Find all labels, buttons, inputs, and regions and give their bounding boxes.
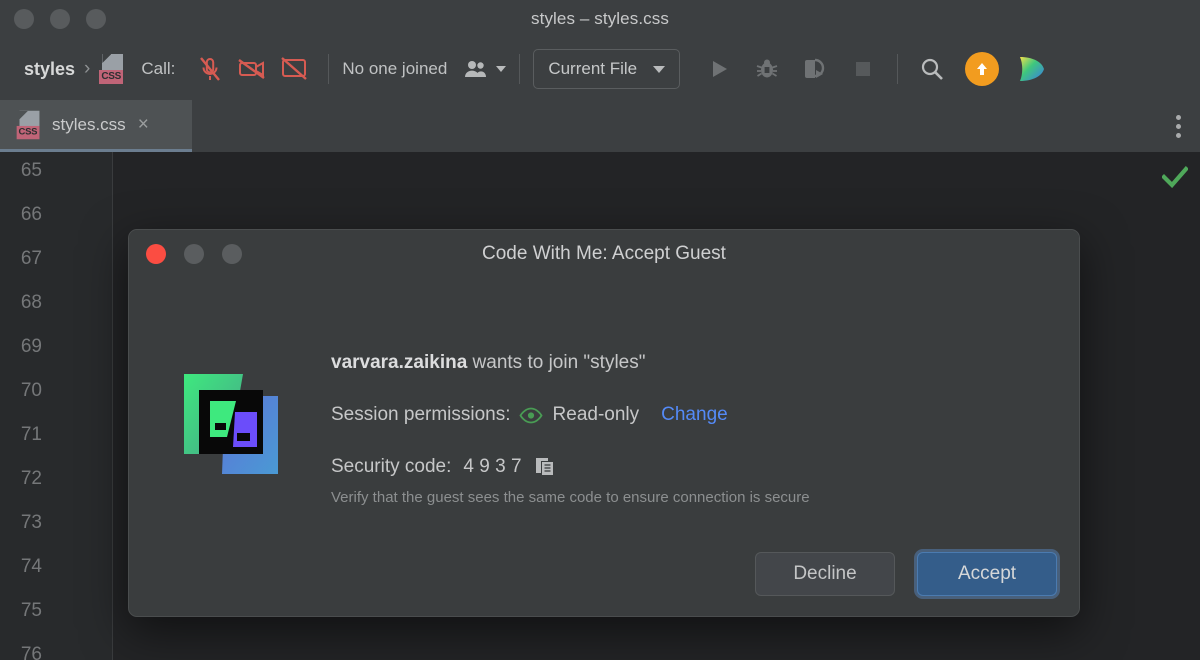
- session-permissions-value: Read-only: [552, 404, 640, 425]
- window-traffic-lights[interactable]: [14, 9, 106, 29]
- eye-icon: [518, 407, 543, 424]
- css-file-icon: CSS: [16, 110, 42, 139]
- green-checkmark-icon[interactable]: [1161, 166, 1189, 193]
- window-minimize-icon[interactable]: [50, 9, 70, 29]
- security-hint: Verify that the guest sees the same code…: [331, 489, 810, 506]
- screen-share-off-icon[interactable]: [273, 48, 315, 90]
- chevron-down-icon: [496, 66, 507, 72]
- participants-dropdown[interactable]: [463, 59, 507, 79]
- dialog-zoom-icon[interactable]: [222, 244, 242, 264]
- security-code-label: Security code:: [331, 456, 452, 477]
- dialog-button-row: Decline Accept: [755, 552, 1057, 596]
- upload-arrow-icon[interactable]: [961, 48, 1003, 90]
- session-permissions-row: Session permissions: Read-only Change: [331, 404, 1055, 426]
- join-request-text: varvara.zaikina wants to join "styles": [331, 352, 1055, 374]
- main-toolbar: styles › CSS Call: No one joined Current…: [0, 38, 1200, 100]
- security-code-row: Security code: 4 9 3 7: [331, 456, 1055, 478]
- ide-window: styles – styles.css styles › CSS Call: N…: [0, 0, 1200, 660]
- window-titlebar: styles – styles.css: [0, 0, 1200, 38]
- run-configuration-label: Current File: [548, 59, 638, 78]
- close-icon[interactable]: ×: [138, 115, 149, 134]
- copy-to-clipboard-icon[interactable]: [534, 456, 556, 478]
- more-options-icon[interactable]: [1164, 111, 1192, 141]
- line-number: 72: [20, 468, 42, 489]
- dialog-body: varvara.zaikina wants to join "styles" S…: [129, 278, 1079, 616]
- change-permissions-link[interactable]: Change: [661, 404, 728, 426]
- microphone-muted-icon[interactable]: [189, 48, 231, 90]
- join-request-suffix: wants to join "styles": [467, 352, 646, 373]
- code-with-me-logo: [177, 364, 290, 477]
- stop-square-icon[interactable]: [842, 48, 884, 90]
- search-magnifier-icon[interactable]: [911, 48, 953, 90]
- tab-styles-css[interactable]: CSS styles.css ×: [0, 100, 192, 152]
- toolbar-separator-3: [897, 54, 899, 84]
- breadcrumb-separator: ›: [84, 58, 91, 79]
- decline-button[interactable]: Decline: [755, 552, 895, 596]
- guest-name: varvara.zaikina: [331, 352, 468, 373]
- chevron-down-icon: [653, 65, 666, 73]
- line-number: 70: [20, 380, 42, 401]
- security-code-value: 4 9 3 7: [463, 456, 522, 477]
- toolbar-separator-2: [519, 54, 521, 84]
- dialog-close-icon[interactable]: [146, 244, 166, 264]
- line-number: 75: [20, 600, 42, 621]
- dialog-titlebar: Code With Me: Accept Guest: [129, 230, 1079, 278]
- run-configuration-selector[interactable]: Current File: [533, 49, 681, 89]
- dialog-title: Code With Me: Accept Guest: [482, 242, 726, 264]
- dialog-traffic-lights[interactable]: [146, 244, 242, 264]
- line-number: 67: [20, 248, 42, 269]
- window-zoom-icon[interactable]: [86, 9, 106, 29]
- people-icon: [465, 61, 487, 77]
- window-title: styles – styles.css: [531, 9, 669, 28]
- line-number: 74: [20, 556, 42, 577]
- call-label: Call:: [141, 59, 176, 78]
- joined-status: No one joined: [342, 59, 448, 78]
- session-permissions-label: Session permissions:: [331, 404, 511, 425]
- dialog-content: varvara.zaikina wants to join "styles" S…: [331, 352, 1055, 506]
- editor-tabbar: CSS styles.css ×: [0, 100, 1200, 152]
- window-close-icon[interactable]: [14, 9, 34, 29]
- line-number: 68: [20, 292, 42, 313]
- run-with-coverage-icon[interactable]: [794, 48, 836, 90]
- line-number: 71: [20, 424, 42, 445]
- accept-guest-dialog: Code With Me: Accept Guest varvara.zaiki…: [128, 229, 1080, 617]
- line-number: 69: [20, 336, 42, 357]
- line-number: 76: [20, 644, 42, 660]
- line-number-gutter: 65 66 67 68 69 70 71 72 73 74 75 76: [0, 152, 113, 660]
- accept-button[interactable]: Accept: [917, 552, 1057, 596]
- line-number: 65: [20, 160, 42, 181]
- line-number: 66: [20, 204, 42, 225]
- debug-bug-icon[interactable]: [746, 48, 788, 90]
- project-name[interactable]: styles: [24, 59, 75, 80]
- tab-label: styles.css: [52, 114, 126, 134]
- camera-off-icon[interactable]: [231, 48, 273, 90]
- toolbar-separator-1: [328, 54, 330, 84]
- line-number: 73: [20, 512, 42, 533]
- gradient-assistant-icon[interactable]: [1009, 48, 1051, 90]
- css-file-icon: CSS: [99, 54, 125, 84]
- dialog-minimize-icon[interactable]: [184, 244, 204, 264]
- run-play-icon[interactable]: [698, 48, 740, 90]
